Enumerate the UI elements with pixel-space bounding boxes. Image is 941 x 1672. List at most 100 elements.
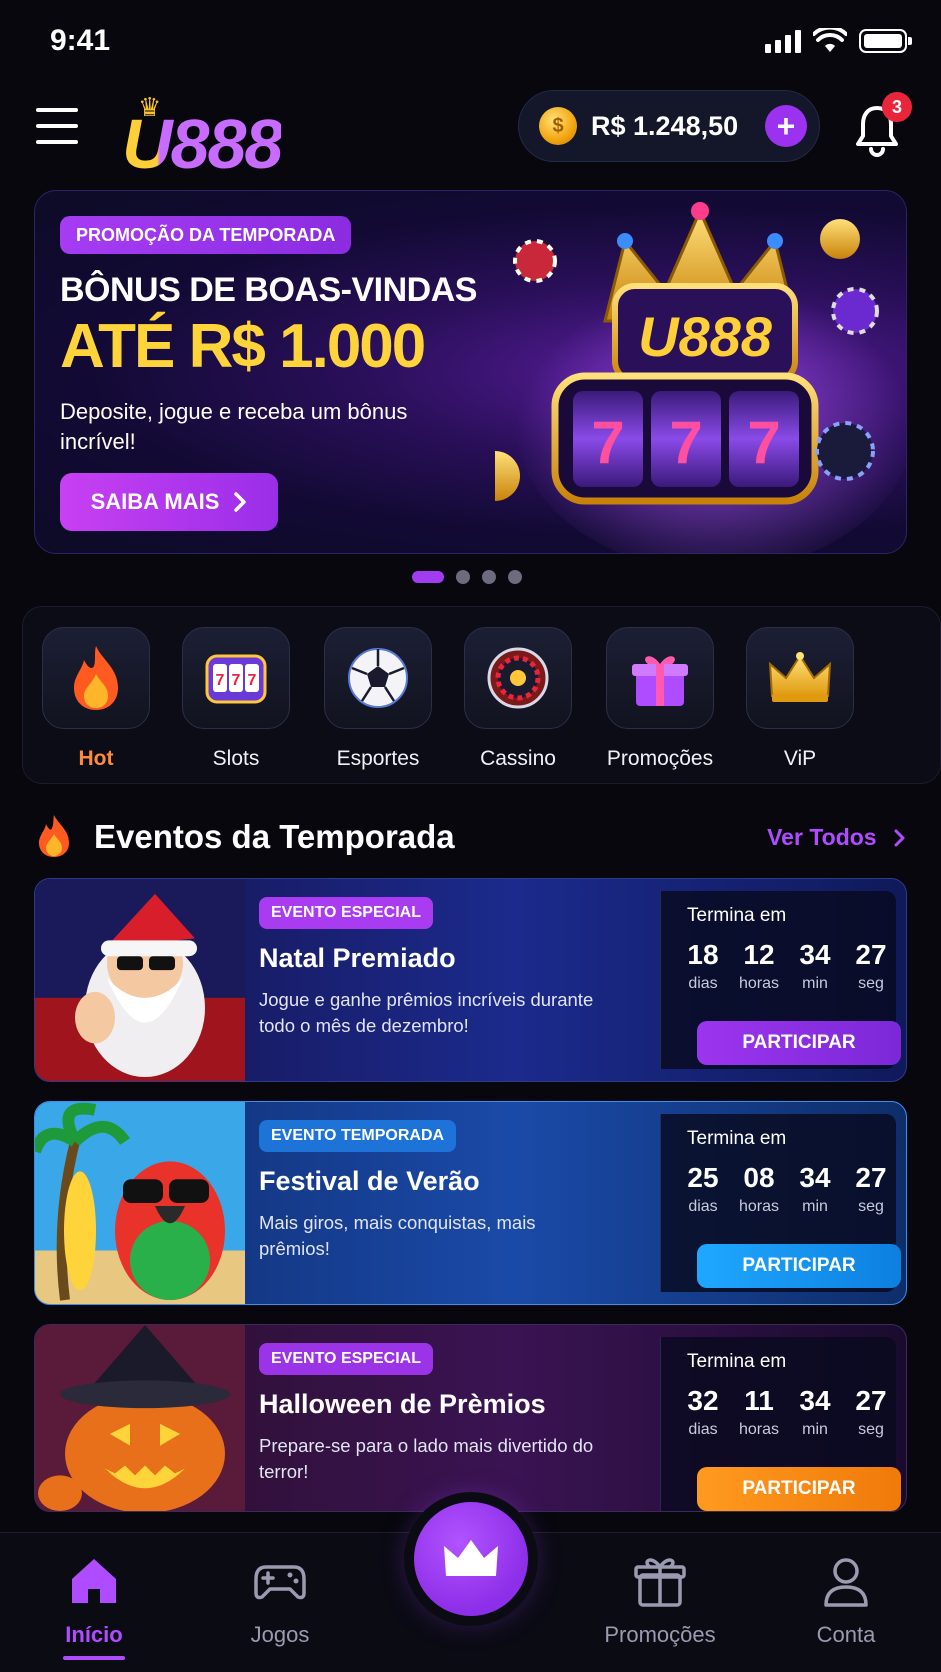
pumpkin-illustration (35, 1325, 245, 1511)
events-section-title: Eventos da Temporada (94, 818, 455, 855)
balance-value: R$ 1.248,50 (591, 110, 739, 141)
countdown-days: 25 dias (687, 1162, 719, 1215)
ends-label: Termina em (687, 1128, 787, 1149)
slot-machine-icon: 7 7 7 (205, 654, 267, 704)
countdown-hours: 11 horas (738, 1385, 780, 1438)
category-slots[interactable]: 7 7 7 Slots (181, 627, 291, 771)
fire-icon (39, 815, 69, 857)
event-tag: EVENTO TEMPORADA (259, 1120, 457, 1152)
crown-icon (768, 652, 832, 702)
svg-text:7: 7 (747, 409, 780, 476)
deposit-plus-button[interactable]: + (765, 105, 807, 147)
countdown-days: 32 dias (687, 1385, 719, 1438)
status-bar: 9:41 (0, 0, 941, 80)
countdown-hours: 12 horas (738, 939, 780, 992)
chevron-right-icon (894, 829, 905, 847)
carousel-dot-1[interactable] (412, 571, 444, 583)
event-description: Jogue e ganhe prêmios incríveis durante … (259, 989, 594, 1036)
countdown-minutes: 34 min (799, 1162, 831, 1215)
svg-text:7: 7 (248, 672, 257, 689)
category-cassino[interactable]: Cassino (463, 627, 573, 771)
category-vip[interactable]: ViP (745, 627, 855, 771)
countdown-days: 18 dias (687, 939, 719, 992)
event-countdown: Termina em 18 dias 12 horas 34 min 27 seg PA… (660, 891, 901, 1069)
santa-claus-illustration (35, 879, 245, 1081)
notifications-button[interactable]: 3 (852, 92, 912, 157)
fire-icon (74, 646, 118, 710)
event-content: EVENTO TEMPORADA Festival de Verão Mais … (245, 1102, 660, 1304)
category-esportes[interactable]: Esportes (323, 627, 433, 771)
app-header: ♛ U888 $ R$ 1.248,50 + 3 (0, 80, 941, 183)
wifi-icon (813, 28, 847, 52)
notifications-badge: 3 (882, 92, 912, 122)
parrot-illustration (35, 1102, 245, 1304)
event-content: EVENTO ESPECIAL Natal Premiado Jogue e g… (245, 879, 660, 1081)
promo-banner[interactable]: PROMOÇÃO DA TEMPORADA BÔNUS DE BOAS-VIND… (34, 190, 907, 554)
balance-pill[interactable]: $ R$ 1.248,50 + (518, 90, 820, 162)
countdown-seconds: 27 seg (855, 1162, 887, 1215)
banner-title: BÔNUS DE BOAS-VINDAS (60, 271, 477, 309)
nav-promocoes[interactable]: Promoções (590, 1553, 730, 1648)
nav-jogos[interactable]: Jogos (210, 1553, 350, 1648)
home-icon (72, 1559, 116, 1603)
event-card-festival-verao[interactable]: EVENTO TEMPORADA Festival de Verão Mais … (34, 1101, 907, 1305)
ends-label: Termina em (687, 905, 787, 926)
event-description: Mais giros, mais conquistas, mais prêmio… (259, 1212, 536, 1259)
participar-button[interactable]: PARTICIPAR (697, 1244, 901, 1288)
carousel-dot-4[interactable] (508, 570, 522, 584)
banner-tag: PROMOÇÃO DA TEMPORADA (60, 216, 352, 254)
menu-icon[interactable] (36, 108, 78, 144)
category-bar: Hot 7 7 7 Slots Esportes Cassino Promoçõ… (22, 606, 941, 784)
carousel-dot-2[interactable] (456, 570, 470, 584)
event-tag: EVENTO ESPECIAL (259, 897, 433, 929)
slot-machine-crown-illustration: U888 7 7 7 (495, 202, 906, 553)
gift-icon (634, 1558, 686, 1607)
chevron-right-icon (234, 492, 247, 512)
category-promocoes[interactable]: Promoções (605, 627, 715, 771)
event-title: Festival de Verão (259, 1166, 480, 1196)
vip-center-button[interactable] (414, 1502, 528, 1616)
svg-text:7: 7 (591, 409, 624, 476)
svg-text:7: 7 (216, 672, 225, 689)
active-indicator (63, 1656, 125, 1660)
status-icons (765, 28, 912, 54)
brand-logo[interactable]: ♛ U888 (122, 92, 322, 183)
signal-icon (765, 29, 801, 53)
battery-icon (859, 29, 912, 53)
soccer-ball-icon (348, 648, 408, 708)
nav-conta[interactable]: Conta (776, 1553, 916, 1648)
countdown-minutes: 34 min (799, 1385, 831, 1438)
participar-button[interactable]: PARTICIPAR (697, 1467, 901, 1511)
banner-description: Deposite, jogue e receba um bônus incrív… (60, 399, 408, 454)
nav-inicio[interactable]: Início (24, 1553, 164, 1660)
user-icon (824, 1558, 868, 1607)
carousel-dot-3[interactable] (482, 570, 496, 584)
status-time: 9:41 (50, 24, 111, 57)
event-content: EVENTO ESPECIAL Halloween de Prèmios Pre… (245, 1325, 660, 1511)
events-section-header: Eventos da Temporada Ver Todos (34, 812, 907, 862)
event-title: Natal Premiado (259, 943, 456, 973)
participar-button[interactable]: PARTICIPAR (697, 1021, 901, 1065)
event-countdown: Termina em 25 dias 08 horas 34 min 27 seg PA… (660, 1114, 901, 1292)
event-card-halloween[interactable]: EVENTO ESPECIAL Halloween de Prèmios Pre… (34, 1324, 907, 1512)
countdown-hours: 08 horas (738, 1162, 780, 1215)
crown-icon (444, 1540, 498, 1576)
countdown-seconds: 27 seg (855, 1385, 887, 1438)
coin-icon: $ (539, 107, 577, 145)
svg-text:7: 7 (669, 409, 702, 476)
event-card-natal[interactable]: EVENTO ESPECIAL Natal Premiado Jogue e g… (34, 878, 907, 1082)
ends-label: Termina em (687, 1351, 787, 1372)
category-hot[interactable]: Hot (41, 627, 151, 771)
gamepad-icon (254, 1565, 306, 1600)
event-title: Halloween de Prèmios (259, 1389, 546, 1419)
countdown-minutes: 34 min (799, 939, 831, 992)
countdown-seconds: 27 seg (855, 939, 887, 992)
see-all-link[interactable]: Ver Todos (767, 824, 907, 851)
svg-text:U888: U888 (638, 305, 773, 368)
event-tag: EVENTO ESPECIAL (259, 1343, 433, 1375)
roulette-icon (487, 647, 549, 709)
event-description: Prepare-se para o lado mais divertido do… (259, 1435, 594, 1482)
banner-amount: ATÉ R$ 1.000 (60, 312, 426, 381)
saiba-mais-button[interactable]: SAIBA MAIS (60, 473, 278, 531)
gift-icon (632, 656, 688, 706)
